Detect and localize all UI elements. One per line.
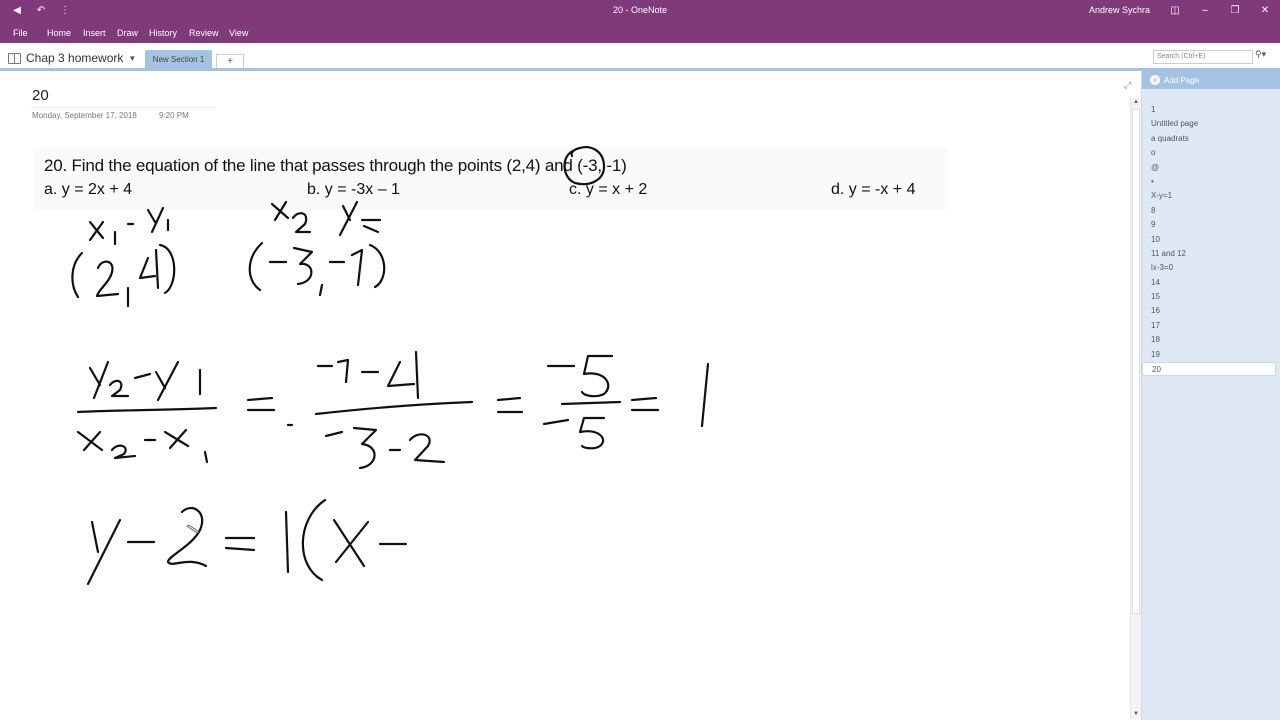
tab-home[interactable]: Home [47,28,71,38]
option-b: b. y = -3x – 1 [307,181,400,198]
page-item[interactable]: 19 [1142,348,1280,362]
page-item[interactable]: 1 [1142,103,1280,117]
scroll-up-icon[interactable]: ▲ [1131,97,1141,107]
notebook-name: Chap 3 homework [26,51,124,65]
option-c: c. y = x + 2 [569,181,648,198]
option-a: a. y = 2x + 4 [44,181,133,198]
page-item[interactable]: @ [1142,161,1280,175]
page-item[interactable]: 15 [1142,290,1280,304]
expand-icon[interactable]: ⤢ [1124,80,1131,91]
chevron-down-icon: ▼ [128,53,137,63]
search-icon[interactable]: ⚲▾ [1255,49,1277,65]
page-item[interactable]: 11 and 12 [1142,247,1280,261]
option-d: d. y = -x + 4 [831,181,916,198]
page-item-active[interactable]: 20 [1142,362,1276,377]
problem-image: 20. Find the equation of the line that p… [34,148,948,210]
tab-insert[interactable]: Insert [83,28,106,38]
tab-history[interactable]: History [149,28,177,38]
page-item[interactable]: Untitled page [1142,117,1280,131]
page-date: Monday, September 17, 2018 [32,111,137,120]
question-text: 20. Find the equation of the line that p… [44,156,627,175]
section-tab-new-section-1[interactable]: New Section 1 [145,50,212,69]
notebook-icon [8,52,21,64]
tab-draw[interactable]: Draw [117,28,138,38]
page-item[interactable]: X-y=1 [1142,189,1280,203]
scroll-thumb[interactable] [1132,109,1140,614]
tab-review[interactable]: Review [189,28,219,38]
scroll-down-icon[interactable]: ▼ [1131,709,1141,719]
page-item[interactable]: 18 [1142,333,1280,347]
ribbon-tabs: File Home Insert Draw History Review Vie… [0,22,1280,43]
add-section-button[interactable]: + [216,54,244,69]
title-bar: ◀ ↶ ⋮ 20 - OneNote Andrew Sychra ◫ – ❐ ✕ [0,0,1280,22]
page-item[interactable]: • [1142,175,1280,189]
tab-file[interactable]: File [13,28,28,38]
tab-view[interactable]: View [229,28,248,38]
page-list: 1 Untitled page a quadrats o @ • X-y=1 8… [1142,103,1280,377]
page-item[interactable]: a quadrats [1142,132,1280,146]
page-title[interactable]: 20 [32,87,49,104]
restore-icon[interactable]: ❐ [1220,0,1250,22]
ribbon-display-icon[interactable]: ◫ [1160,0,1190,22]
page-item[interactable]: lx-3=0 [1142,261,1280,275]
add-page-button[interactable]: + Add Page [1142,71,1280,89]
page-item[interactable]: 16 [1142,304,1280,318]
notebook-selector[interactable]: Chap 3 homework ▼ [8,51,136,65]
add-icon: + [1150,75,1160,85]
page-item[interactable]: 8 [1142,204,1280,218]
page-item[interactable]: 17 [1142,319,1280,333]
page-item[interactable]: 14 [1142,276,1280,290]
user-name[interactable]: Andrew Sychra [1089,5,1150,15]
page-time: 9:20 PM [159,111,189,120]
pen-cursor-icon [186,525,200,534]
page-scrollbar[interactable]: ▲ ▼ [1130,97,1141,719]
minimize-icon[interactable]: – [1190,0,1220,22]
pages-pane: + Add Page 1 Untitled page a quadrats o … [1141,71,1280,720]
add-page-label: Add Page [1164,75,1200,85]
search-input[interactable]: Search (Ctrl+E) [1153,50,1253,64]
window-controls: ◫ – ❐ ✕ [1160,0,1280,22]
page-item[interactable]: o [1142,146,1280,160]
title-divider [30,107,216,108]
close-icon[interactable]: ✕ [1250,0,1280,22]
page-item[interactable]: 9 [1142,218,1280,232]
page-item[interactable]: 10 [1142,233,1280,247]
